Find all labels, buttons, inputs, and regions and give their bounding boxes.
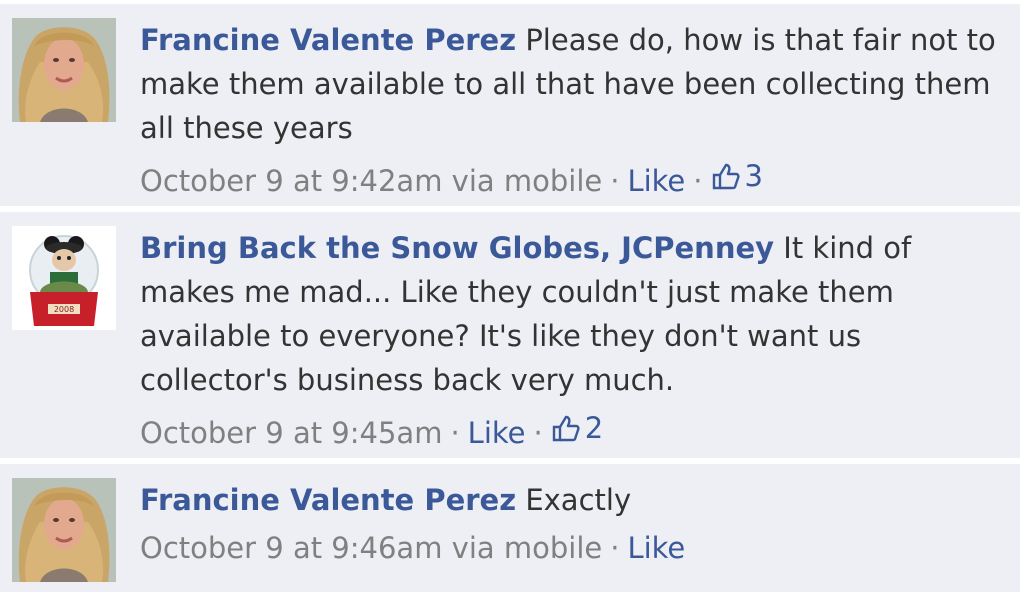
like-count-link[interactable]: 3: [711, 154, 763, 198]
thumbs-up-icon: [552, 415, 580, 442]
comment-timestamp[interactable]: October 9 at 9:45am: [140, 416, 442, 450]
comment-item: 2008 Bring Back the Snow Globes, JCPenne…: [0, 212, 1020, 458]
comment-timestamp[interactable]: October 9 at 9:42am via mobile: [140, 164, 602, 198]
avatar-photo-francine[interactable]: [12, 18, 116, 122]
comment-item: Francine Valente Perez Exactly October 9…: [0, 464, 1020, 592]
like-button[interactable]: Like: [627, 531, 685, 565]
thumbs-up-icon: [712, 163, 740, 190]
like-count: 2: [584, 411, 604, 445]
like-button[interactable]: Like: [627, 164, 685, 198]
avatar-photo-francine[interactable]: [12, 478, 116, 582]
like-count-link[interactable]: 2: [551, 406, 603, 450]
like-button[interactable]: Like: [468, 416, 526, 450]
comment-author-link[interactable]: Francine Valente Perez: [140, 483, 516, 517]
meta-separator: ·: [610, 164, 620, 198]
comment-author-link[interactable]: Bring Back the Snow Globes, JCPenney: [140, 231, 774, 265]
comment-meta: October 9 at 9:42am via mobile · Like · 3: [140, 154, 1002, 203]
comment-author-link[interactable]: Francine Valente Perez: [140, 23, 516, 57]
comment-item: Francine Valente Perez Please do, how is…: [0, 4, 1020, 206]
comment-text: Exactly: [525, 483, 632, 517]
meta-separator: ·: [693, 164, 703, 198]
comment-meta: October 9 at 9:45am · Like · 2: [140, 406, 1002, 455]
avatar-photo-snow-globe[interactable]: 2008: [12, 226, 116, 330]
like-count: 3: [744, 159, 763, 193]
comment-body: Francine Valente Perez Please do, how is…: [140, 18, 1002, 203]
comment-list: Francine Valente Perez Please do, how is…: [0, 0, 1024, 602]
meta-separator: ·: [533, 416, 543, 450]
comment-meta: October 9 at 9:46am via mobile · Like: [140, 526, 1002, 570]
meta-separator: ·: [450, 416, 460, 450]
svg-text:2008: 2008: [54, 305, 74, 314]
meta-separator: ·: [610, 531, 620, 565]
comment-body: Bring Back the Snow Globes, JCPenney It …: [140, 226, 1002, 455]
comment-body: Francine Valente Perez Exactly October 9…: [140, 478, 1002, 570]
comment-timestamp[interactable]: October 9 at 9:46am via mobile: [140, 531, 602, 565]
